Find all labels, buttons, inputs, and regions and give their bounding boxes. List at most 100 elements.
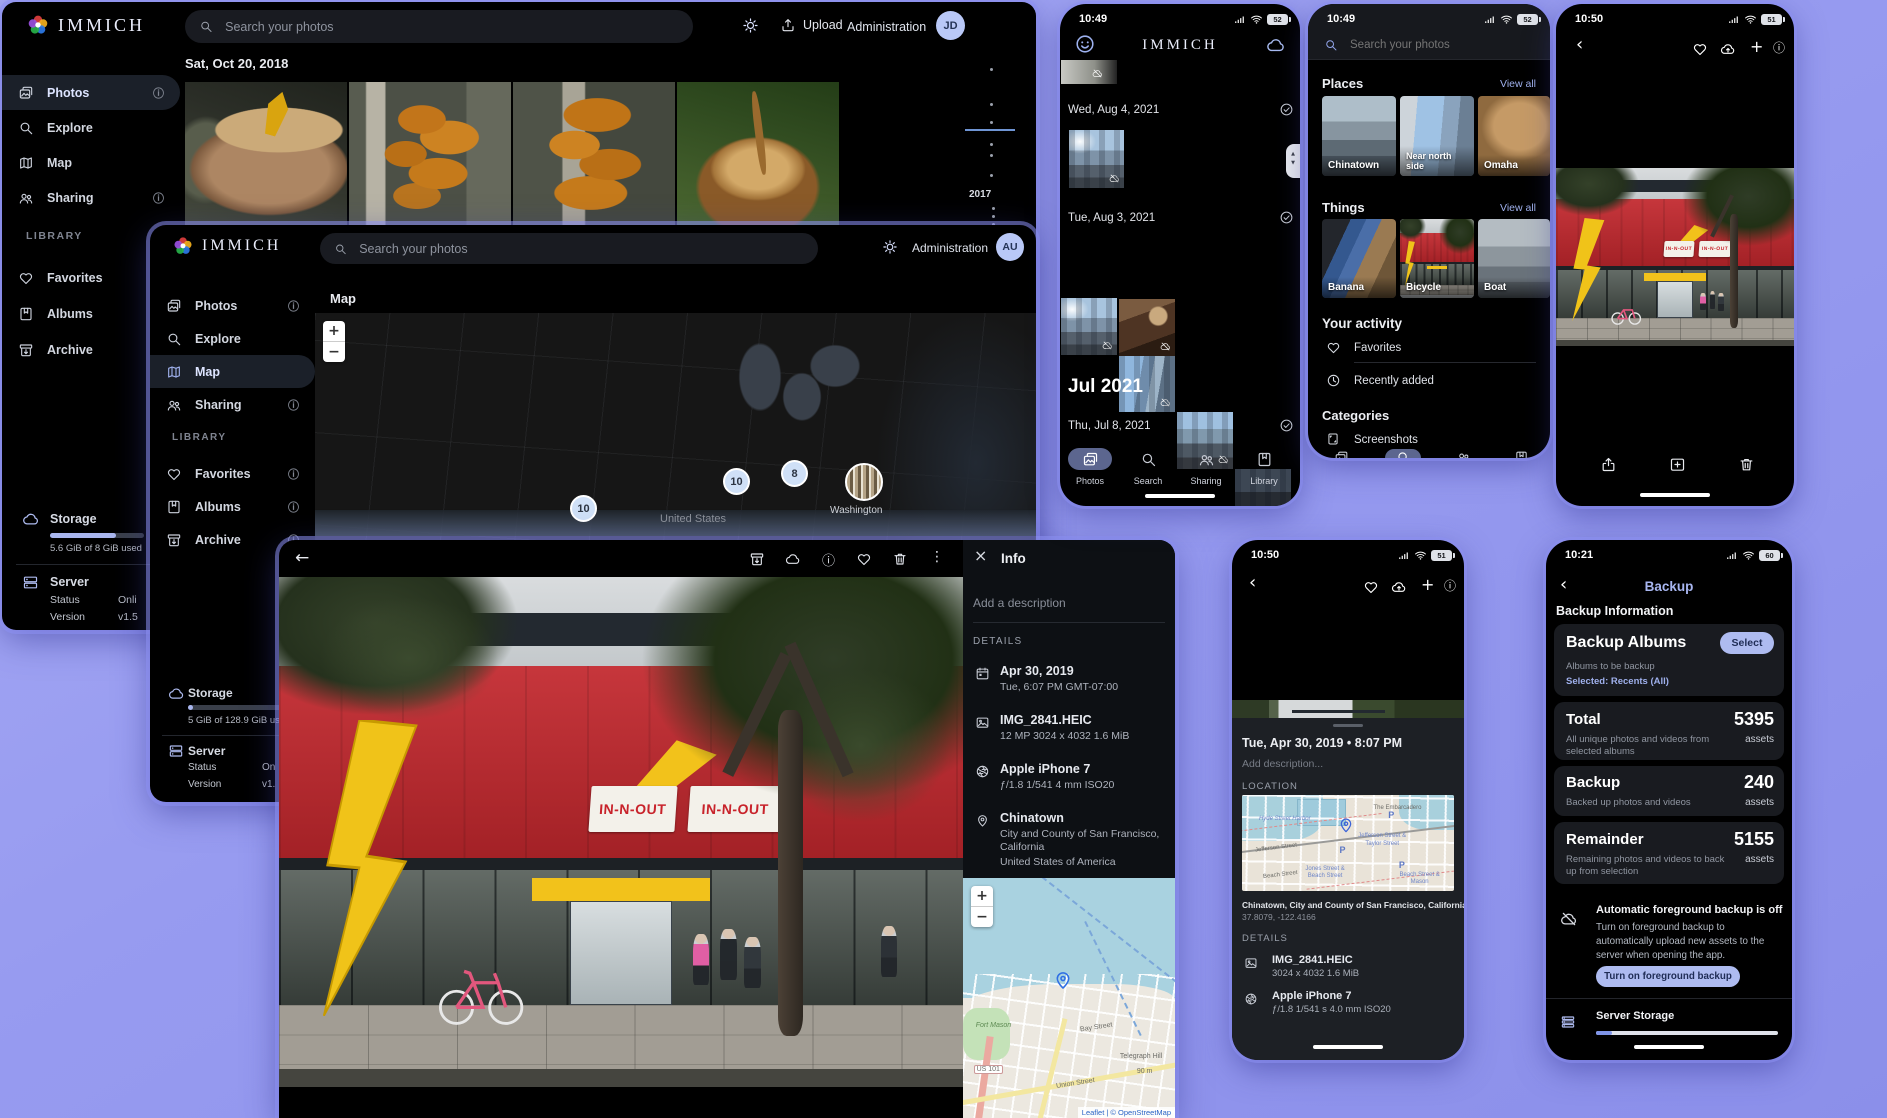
photo-thumbnail[interactable] xyxy=(1069,130,1124,188)
sidebar-item-photos[interactable]: Photos ⓘ xyxy=(150,289,315,322)
photo-strip[interactable] xyxy=(1232,700,1464,718)
backup-cloud-icon[interactable] xyxy=(1266,35,1286,55)
archive-icon[interactable] xyxy=(749,551,765,567)
info-badge-icon[interactable]: ⓘ xyxy=(288,499,299,515)
zoom-in-button[interactable]: + xyxy=(971,886,993,907)
photo-thumbnail[interactable] xyxy=(1119,299,1175,356)
map-cluster[interactable]: 10 xyxy=(723,468,750,495)
tab-sharing[interactable]: Sharing xyxy=(1177,451,1235,486)
photo-thumbnail[interactable] xyxy=(349,82,511,232)
cloud-icon[interactable] xyxy=(785,551,801,567)
search-input[interactable] xyxy=(1348,38,1522,52)
heart-icon[interactable] xyxy=(1692,41,1708,57)
place-tile[interactable]: Near north side xyxy=(1400,96,1474,176)
info-icon[interactable]: ⓘ xyxy=(822,550,835,569)
sidebar-item-sharing[interactable]: Sharing ⓘ xyxy=(150,388,315,421)
place-tile[interactable]: Omaha xyxy=(1478,96,1550,176)
sidebar-item-sharing[interactable]: Sharing ⓘ xyxy=(2,180,180,215)
things-view-all-link[interactable]: View all xyxy=(1500,202,1536,214)
activity-recently-added[interactable]: Recently added xyxy=(1354,375,1434,387)
tab-library[interactable]: Library xyxy=(1235,451,1293,486)
sidebar-item-photos[interactable]: Photos ⓘ xyxy=(2,75,180,110)
more-menu-icon[interactable]: ⋮ xyxy=(930,549,944,565)
home-indicator[interactable] xyxy=(1145,494,1215,498)
add-icon[interactable]: + xyxy=(1750,37,1763,56)
search-icon[interactable] xyxy=(1396,450,1411,458)
thing-tile[interactable]: Boat xyxy=(1478,219,1550,298)
heart-icon[interactable] xyxy=(856,551,872,567)
cloud-upload-icon[interactable] xyxy=(1391,579,1407,595)
sidebar-item-explore[interactable]: Explore xyxy=(2,110,180,145)
cloud-upload-icon[interactable] xyxy=(1720,41,1736,57)
user-avatar[interactable]: JD xyxy=(936,11,965,40)
activity-favorites[interactable]: Favorites xyxy=(1354,342,1401,354)
administration-link[interactable]: Administration xyxy=(912,241,988,255)
home-indicator[interactable] xyxy=(1634,1045,1704,1049)
photo-thumbnail[interactable] xyxy=(1061,298,1117,355)
add-to-album-icon[interactable] xyxy=(1669,456,1686,473)
close-icon[interactable]: × xyxy=(974,546,987,565)
photo-thumbnail[interactable] xyxy=(677,82,839,232)
tab-search[interactable]: Search xyxy=(1119,451,1177,486)
photo-viewer-image[interactable]: IN-N-OUT IN-N-OUT xyxy=(279,577,963,1087)
map-cluster[interactable]: 10 xyxy=(570,495,597,522)
photo-thumbnail[interactable] xyxy=(1061,60,1117,84)
zoom-out-button[interactable]: − xyxy=(323,342,345,362)
trash-icon[interactable] xyxy=(1738,456,1755,473)
zoom-out-button[interactable]: − xyxy=(971,907,993,927)
info-badge-icon[interactable]: ⓘ xyxy=(153,85,164,101)
trash-icon[interactable] xyxy=(892,551,908,567)
photo-thumbnail[interactable] xyxy=(513,82,675,232)
search-bar[interactable] xyxy=(320,233,818,264)
home-indicator[interactable] xyxy=(1313,1045,1383,1049)
sheet-drag-handle[interactable] xyxy=(1333,724,1363,727)
select-all-check-icon[interactable] xyxy=(1279,210,1294,225)
thing-tile[interactable]: Banana xyxy=(1322,219,1396,298)
theme-toggle-sun-icon[interactable] xyxy=(742,17,759,34)
photos-icon[interactable] xyxy=(1334,450,1349,458)
timeline-indicator[interactable] xyxy=(965,129,1015,131)
share-icon[interactable] xyxy=(1600,456,1617,473)
sharing-icon[interactable] xyxy=(1456,450,1471,458)
info-icon[interactable]: ⓘ xyxy=(1444,577,1456,594)
description-placeholder[interactable]: Add a description xyxy=(973,596,1066,610)
info-sheet[interactable]: Tue, Apr 30, 2019 • 8:07 PM Add descript… xyxy=(1232,718,1464,1060)
map-zoom-controls[interactable]: + − xyxy=(971,886,993,927)
upload-button[interactable]: Upload xyxy=(780,17,843,33)
theme-toggle-sun-icon[interactable] xyxy=(882,239,898,255)
info-badge-icon[interactable]: ⓘ xyxy=(288,397,299,413)
tab-photos[interactable]: Photos xyxy=(1061,451,1119,486)
library-icon[interactable] xyxy=(1514,450,1529,458)
back-icon[interactable]: ← xyxy=(295,548,309,568)
back-icon[interactable]: ‹ xyxy=(1576,34,1583,55)
info-icon[interactable]: ⓘ xyxy=(1773,39,1785,56)
photo-thumbnail[interactable] xyxy=(185,82,347,232)
search-input[interactable] xyxy=(357,241,804,257)
user-avatar[interactable]: AU xyxy=(996,233,1024,261)
select-button[interactable]: Select xyxy=(1720,632,1774,654)
sidebar-item-explore[interactable]: Explore xyxy=(150,322,315,355)
home-indicator[interactable] xyxy=(1640,493,1710,497)
info-badge-icon[interactable]: ⓘ xyxy=(288,466,299,482)
sidebar-item-map[interactable]: Map xyxy=(150,355,315,388)
back-icon[interactable]: ‹ xyxy=(1249,572,1256,593)
search-input[interactable] xyxy=(223,19,679,35)
heart-icon[interactable] xyxy=(1363,579,1379,595)
info-badge-icon[interactable]: ⓘ xyxy=(288,298,299,314)
description-placeholder[interactable]: Add description... xyxy=(1242,758,1323,770)
timeline-scroll-handle[interactable]: ▲ ▼ xyxy=(1286,144,1300,178)
category-screenshots[interactable]: Screenshots xyxy=(1354,434,1418,446)
turn-on-backup-button[interactable]: Turn on foreground backup xyxy=(1596,966,1740,987)
select-all-check-icon[interactable] xyxy=(1279,102,1294,117)
zoom-in-button[interactable]: + xyxy=(323,321,345,342)
map-photo-marker[interactable] xyxy=(845,463,883,501)
place-tile[interactable]: Chinatown xyxy=(1322,96,1396,176)
sidebar-item-favorites[interactable]: Favorites ⓘ xyxy=(150,457,315,490)
select-all-check-icon[interactable] xyxy=(1279,418,1294,433)
sidebar-item-albums[interactable]: Albums ⓘ xyxy=(150,490,315,523)
location-map[interactable]: P P P Hyde Street Harbor The Embarcadero… xyxy=(1242,795,1454,891)
search-bar[interactable] xyxy=(185,10,693,43)
photo-viewer-image[interactable]: IN-N-OUT IN-N-OUT xyxy=(1556,168,1794,346)
places-view-all-link[interactable]: View all xyxy=(1500,78,1536,90)
sidebar-item-map[interactable]: Map xyxy=(2,145,180,180)
